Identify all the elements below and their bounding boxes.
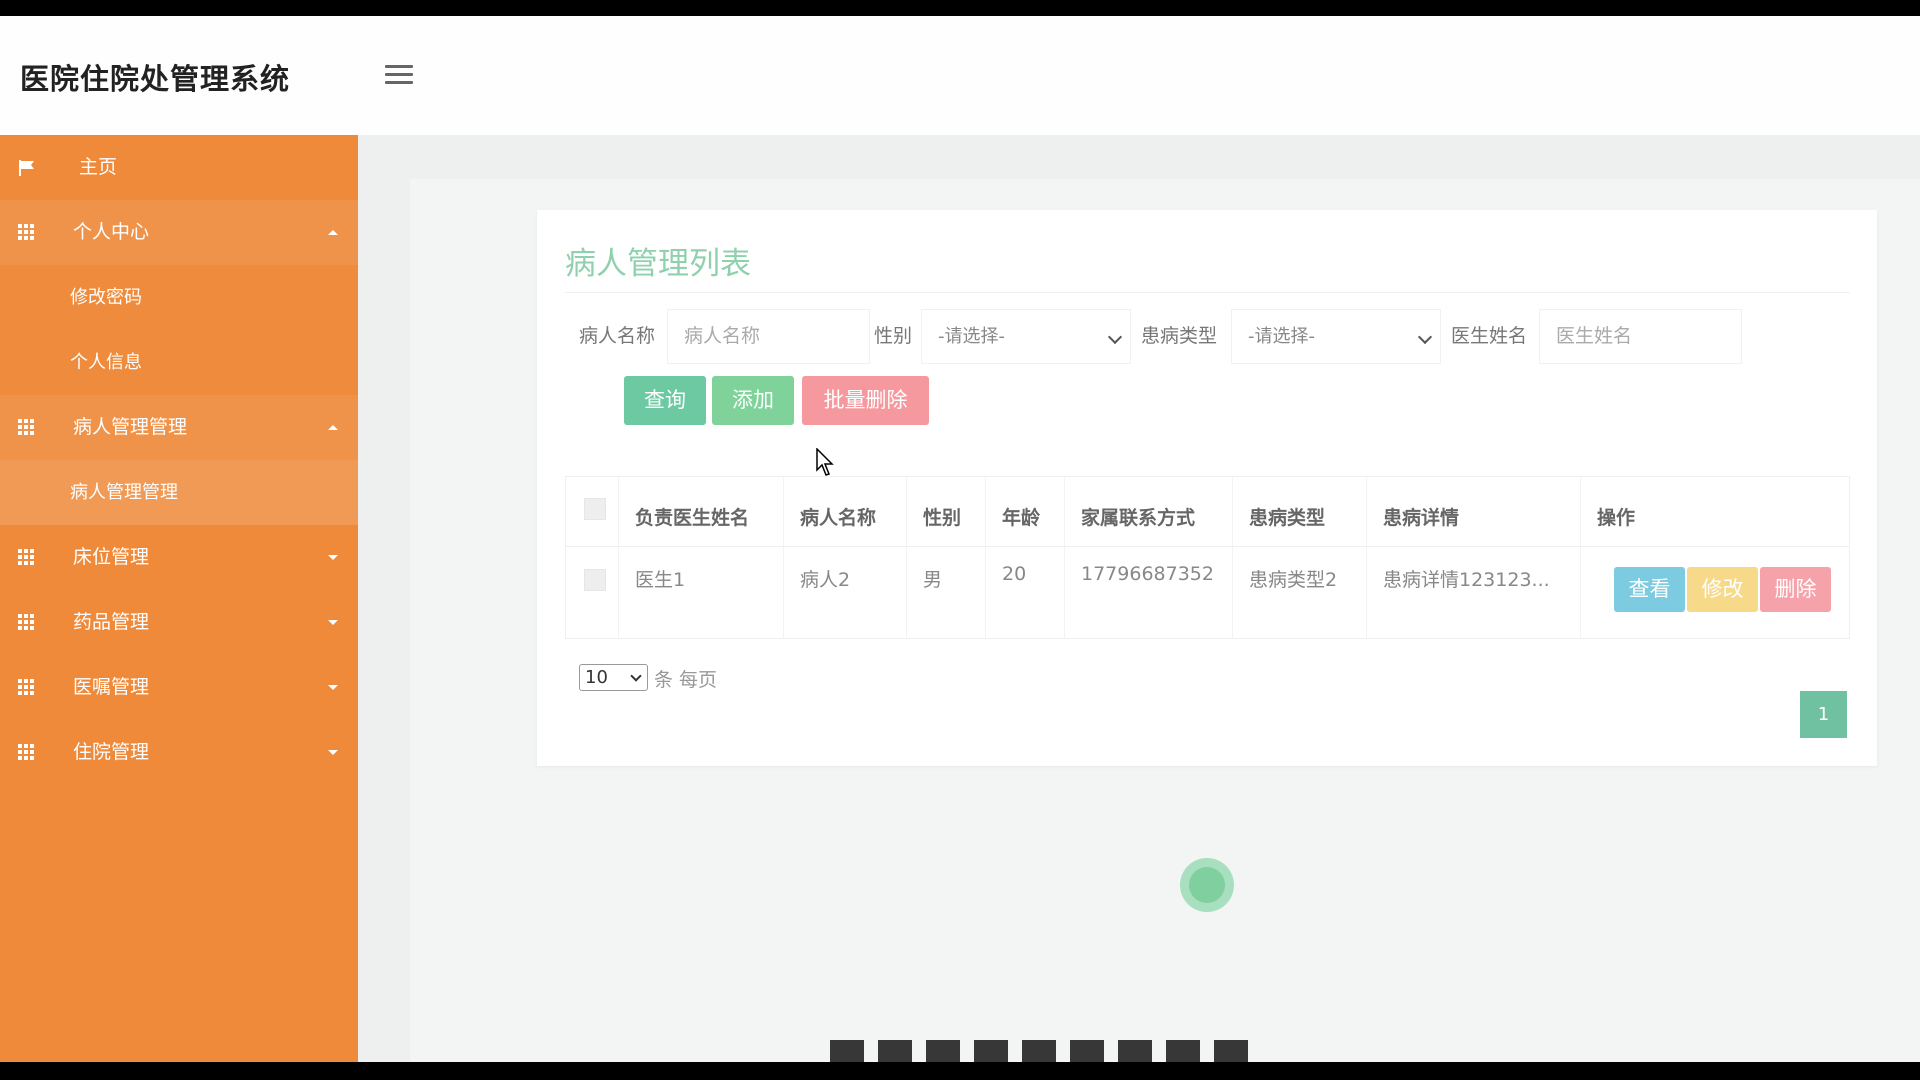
sidebar-item-drug-management[interactable]: 药品管理 xyxy=(0,590,358,655)
edit-button[interactable]: 修改 xyxy=(1687,567,1758,612)
sidebar-item-personal-center[interactable]: 个人中心 xyxy=(0,200,358,265)
sidebar-subitem-label: 修改密码 xyxy=(70,287,142,308)
sidebar-item-label: 病人管理管理 xyxy=(73,416,188,438)
grid-icon xyxy=(18,549,36,565)
sidebar-item-label: 床位管理 xyxy=(73,546,150,568)
row-checkbox[interactable] xyxy=(584,569,606,591)
column-header: 性别 xyxy=(923,507,962,529)
sidebar-item-hospitalization-management[interactable]: 住院管理 xyxy=(0,720,358,785)
chevron-down-icon xyxy=(328,555,338,560)
sidebar-item-label: 药品管理 xyxy=(73,611,150,633)
flag-icon xyxy=(18,159,36,176)
column-header: 患病类型 xyxy=(1249,507,1326,529)
column-header: 病人名称 xyxy=(800,507,877,529)
top-header: 医院住院处管理系统 xyxy=(0,16,1920,135)
query-button[interactable]: 查询 xyxy=(624,376,706,425)
title-divider xyxy=(565,292,1850,293)
disease-type-select-value: -请选择- xyxy=(1248,326,1315,347)
cell-disease-type: 患病类型2 xyxy=(1249,569,1338,591)
overlay-text-fragment xyxy=(830,1040,1250,1062)
cell-gender: 男 xyxy=(923,569,943,591)
grid-icon xyxy=(18,224,36,240)
chevron-up-icon xyxy=(328,425,338,430)
mouse-cursor-icon xyxy=(816,448,834,476)
chevron-down-icon xyxy=(630,670,642,682)
menu-toggle-icon[interactable] xyxy=(385,65,413,89)
per-page-label: 条 每页 xyxy=(654,669,718,691)
chevron-up-icon xyxy=(328,230,338,235)
gender-select-value: -请选择- xyxy=(938,326,1005,347)
sidebar-item-label: 住院管理 xyxy=(73,741,150,763)
column-header: 患病详情 xyxy=(1383,507,1460,529)
sidebar-item-patient-management[interactable]: 病人管理管理 xyxy=(0,395,358,460)
select-all-checkbox[interactable] xyxy=(584,498,606,520)
sidebar-subitem-patient-management[interactable]: 病人管理管理 xyxy=(0,460,358,525)
patient-name-input[interactable]: 病人名称 xyxy=(667,309,870,364)
chevron-down-icon xyxy=(328,685,338,690)
column-header: 操作 xyxy=(1597,507,1636,529)
cell-age: 20 xyxy=(1002,563,1027,585)
sidebar-subitem-personal-info[interactable]: 个人信息 xyxy=(0,330,358,395)
delete-button[interactable]: 删除 xyxy=(1760,567,1831,612)
chevron-down-icon xyxy=(1417,329,1433,345)
cell-doctor: 医生1 xyxy=(635,569,686,591)
patient-list-card: 病人管理列表 病人名称 病人名称 性别 -请选择- 患病类型 -请选择- 医生姓… xyxy=(537,210,1877,766)
chevron-down-icon xyxy=(328,750,338,755)
page-button-current[interactable]: 1 xyxy=(1800,691,1847,738)
grid-icon xyxy=(18,419,36,435)
sidebar-item-label: 个人中心 xyxy=(73,221,150,243)
add-button[interactable]: 添加 xyxy=(712,376,794,425)
chevron-down-icon xyxy=(1107,329,1123,345)
grid-icon xyxy=(18,744,36,760)
sidebar-item-bed-management[interactable]: 床位管理 xyxy=(0,525,358,590)
disease-type-label: 患病类型 xyxy=(1141,325,1218,347)
loading-spinner xyxy=(1180,858,1234,912)
grid-icon xyxy=(18,614,36,630)
page-title: 病人管理列表 xyxy=(565,246,751,282)
sidebar-subitem-label: 个人信息 xyxy=(70,352,142,373)
disease-type-select[interactable]: -请选择- xyxy=(1231,309,1441,364)
patient-name-label: 病人名称 xyxy=(579,325,656,347)
cell-disease-detail: 患病详情123123... xyxy=(1383,569,1550,591)
doctor-name-label: 医生姓名 xyxy=(1451,325,1528,347)
sidebar-item-label: 医嘱管理 xyxy=(73,676,150,698)
cell-contact: 17796687352 xyxy=(1081,563,1214,585)
grid-icon xyxy=(18,679,36,695)
sidebar-item-home[interactable]: 主页 xyxy=(0,135,358,200)
page-size-select[interactable]: 10 xyxy=(579,664,648,691)
sidebar-item-medical-order-management[interactable]: 医嘱管理 xyxy=(0,655,358,720)
gender-select[interactable]: -请选择- xyxy=(921,309,1131,364)
sidebar: 主页 个人中心 修改密码 个人信息 病人管理管理 病人管理管理 床位管理 药品管… xyxy=(0,135,358,1062)
chevron-down-icon xyxy=(328,620,338,625)
sidebar-item-label: 主页 xyxy=(79,156,118,178)
sidebar-subitem-label: 病人管理管理 xyxy=(70,482,178,503)
sidebar-subitem-change-password[interactable]: 修改密码 xyxy=(0,265,358,330)
patient-table: 负责医生姓名 病人名称 性别 年龄 家属联系方式 患病类型 患病详情 操作 医生… xyxy=(565,476,1850,639)
app-window: 医院住院处管理系统 主页 个人中心 修改密码 个人信息 病人管理管理 病人管理管… xyxy=(0,16,1920,1062)
column-header: 负责医生姓名 xyxy=(635,507,750,529)
view-button[interactable]: 查看 xyxy=(1614,567,1685,612)
app-title: 医院住院处管理系统 xyxy=(20,62,291,96)
gender-label: 性别 xyxy=(874,325,913,347)
batch-delete-button[interactable]: 批量删除 xyxy=(802,376,929,425)
column-header: 年龄 xyxy=(1002,507,1041,529)
cell-patient: 病人2 xyxy=(800,569,851,591)
column-header: 家属联系方式 xyxy=(1081,507,1196,529)
page-size-value: 10 xyxy=(585,667,608,688)
doctor-name-input[interactable]: 医生姓名 xyxy=(1539,309,1742,364)
